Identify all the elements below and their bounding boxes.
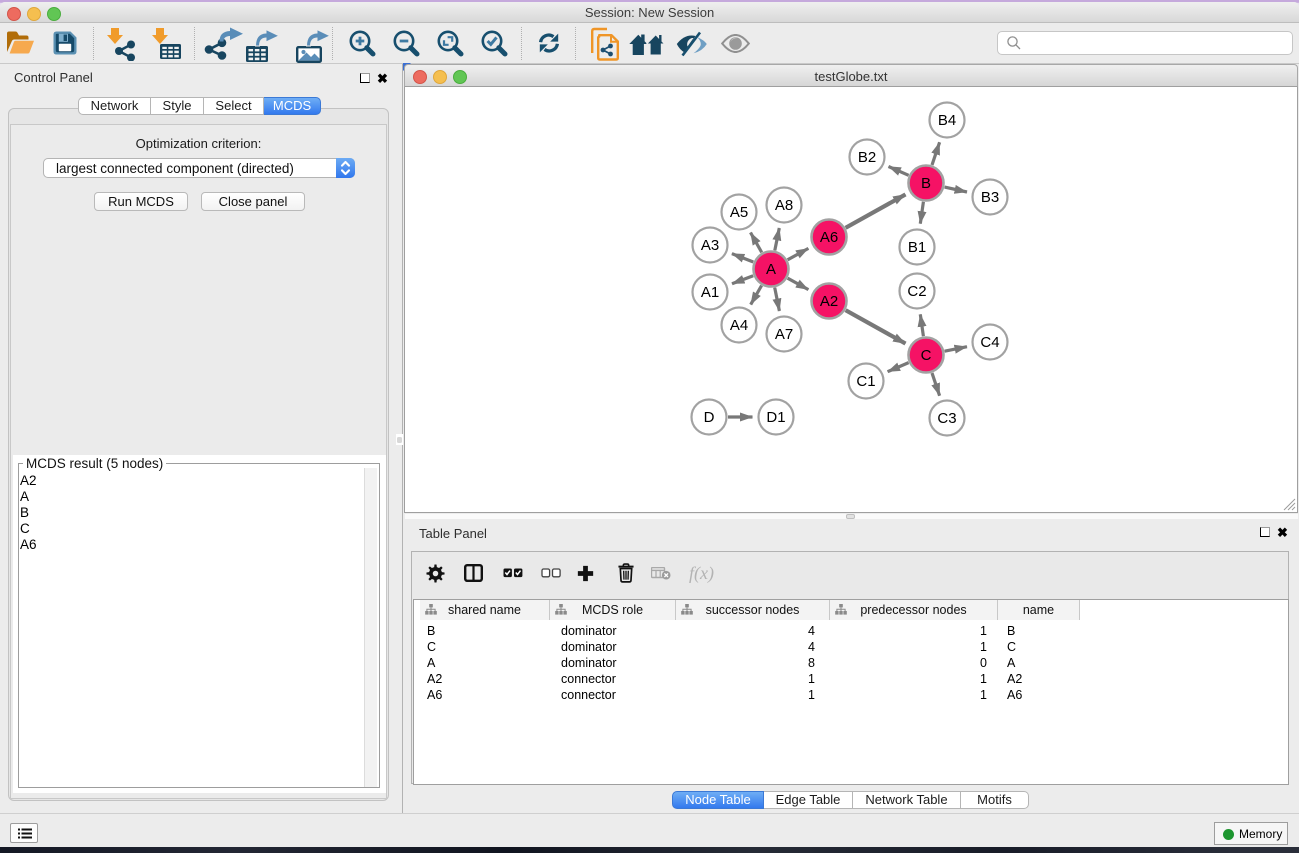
- svg-text:A7: A7: [775, 326, 793, 343]
- svg-text:D: D: [704, 409, 715, 426]
- svg-text:B3: B3: [981, 189, 999, 206]
- svg-text:A6: A6: [820, 229, 838, 246]
- svg-text:B: B: [921, 175, 931, 192]
- svg-text:A: A: [766, 261, 776, 278]
- svg-text:C2: C2: [907, 283, 926, 300]
- svg-text:A8: A8: [775, 197, 793, 214]
- svg-text:C: C: [921, 347, 932, 364]
- svg-text:A2: A2: [820, 293, 838, 310]
- svg-text:A1: A1: [701, 284, 719, 301]
- svg-text:C3: C3: [937, 410, 956, 427]
- svg-text:B1: B1: [908, 239, 926, 256]
- svg-text:B4: B4: [938, 112, 956, 129]
- svg-text:A3: A3: [701, 237, 719, 254]
- svg-text:A5: A5: [730, 204, 748, 221]
- svg-text:C1: C1: [856, 373, 875, 390]
- svg-text:D1: D1: [766, 409, 785, 426]
- svg-text:A4: A4: [730, 317, 748, 334]
- svg-text:B2: B2: [858, 149, 876, 166]
- svg-text:C4: C4: [980, 334, 999, 351]
